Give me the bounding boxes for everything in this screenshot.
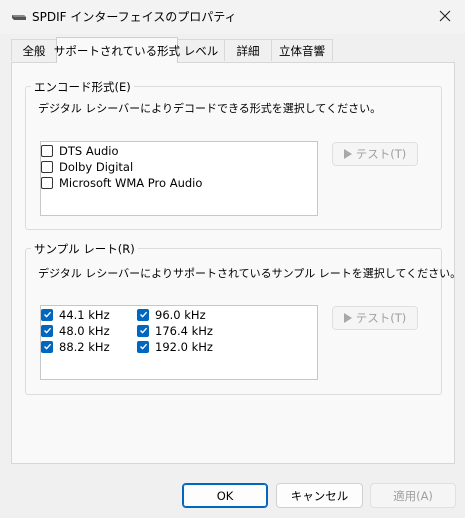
sample-rate-group: サンプル レート(R) デジタル レシーバーによりサポートされているサンプル レ… bbox=[25, 241, 461, 395]
tab-label: 全般 bbox=[22, 43, 46, 58]
rate-item[interactable]: 88.2 kHz bbox=[41, 338, 110, 355]
cancel-button[interactable]: キャンセル bbox=[276, 483, 363, 508]
tab-label: 立体音響 bbox=[279, 43, 325, 58]
play-icon bbox=[343, 149, 352, 159]
format-item-wma-pro[interactable]: Microsoft WMA Pro Audio bbox=[41, 174, 202, 191]
rate-label: 96.0 kHz bbox=[155, 307, 206, 322]
check-icon bbox=[43, 343, 51, 350]
check-icon bbox=[43, 311, 51, 318]
close-icon bbox=[439, 10, 451, 22]
sample-rate-description: デジタル レシーバーによりサポートされているサンプル レートを選択してください。 bbox=[38, 267, 462, 280]
checkbox-checked[interactable] bbox=[137, 308, 149, 321]
rate-label: 88.2 kHz bbox=[59, 339, 110, 354]
rate-label: 192.0 kHz bbox=[155, 339, 213, 354]
tab-advanced[interactable]: 詳細 bbox=[224, 39, 272, 61]
window-title: SPDIF インターフェイスのプロパティ bbox=[32, 10, 237, 24]
sample-rate-legend: サンプル レート(R) bbox=[31, 241, 138, 257]
test-button-label: テスト(T) bbox=[355, 311, 407, 325]
encoding-group: エンコード形式(E) デジタル レシーバーによりデコードできる形式を選択してくだ… bbox=[25, 79, 442, 230]
apply-button[interactable]: 適用(A) bbox=[370, 483, 456, 508]
close-button[interactable] bbox=[431, 3, 459, 29]
tab-panel: エンコード形式(E) デジタル レシーバーによりデコードできる形式を選択してくだ… bbox=[11, 62, 461, 464]
checkbox[interactable] bbox=[41, 160, 53, 173]
encoding-legend: エンコード形式(E) bbox=[31, 79, 134, 95]
tab-label: 詳細 bbox=[236, 43, 260, 58]
apply-label: 適用(A) bbox=[393, 488, 433, 503]
tab-spatial-sound[interactable]: 立体音響 bbox=[271, 39, 333, 61]
checkbox-checked[interactable] bbox=[41, 340, 53, 353]
sample-rate-test-button[interactable]: テスト(T) bbox=[332, 306, 418, 330]
rate-label: 48.0 kHz bbox=[59, 323, 110, 338]
ok-label: OK bbox=[216, 488, 234, 503]
check-icon bbox=[139, 311, 147, 318]
format-label: DTS Audio bbox=[59, 143, 119, 158]
format-label: Microsoft WMA Pro Audio bbox=[59, 175, 203, 190]
ok-button[interactable]: OK bbox=[182, 483, 268, 508]
tab-label: レベル bbox=[183, 43, 219, 58]
check-icon bbox=[43, 327, 51, 334]
rate-item[interactable]: 96.0 kHz bbox=[137, 306, 206, 323]
encoding-test-button[interactable]: テスト(T) bbox=[332, 142, 418, 166]
tab-general[interactable]: 全般 bbox=[11, 39, 57, 61]
rate-item[interactable]: 44.1 kHz bbox=[41, 306, 110, 323]
checkbox-checked[interactable] bbox=[137, 340, 149, 353]
cancel-label: キャンセル bbox=[290, 488, 349, 503]
check-icon bbox=[139, 327, 147, 334]
sample-rate-list[interactable]: 44.1 kHz 48.0 kHz 88.2 kHz 96.0 kHz 176.… bbox=[40, 305, 318, 380]
format-label: Dolby Digital bbox=[59, 159, 134, 174]
checkbox[interactable] bbox=[41, 176, 53, 189]
checkbox-checked[interactable] bbox=[137, 324, 149, 337]
check-icon bbox=[139, 343, 147, 350]
rate-item[interactable]: 176.4 kHz bbox=[137, 322, 213, 339]
checkbox-checked[interactable] bbox=[41, 308, 53, 321]
rate-item[interactable]: 192.0 kHz bbox=[137, 338, 213, 355]
rate-label: 44.1 kHz bbox=[59, 307, 110, 322]
speaker-device-icon bbox=[12, 15, 26, 20]
checkbox[interactable] bbox=[41, 144, 53, 157]
tab-supported-formats[interactable]: サポートされている形式 bbox=[53, 37, 181, 63]
checkbox-checked[interactable] bbox=[41, 324, 53, 337]
rate-item[interactable]: 48.0 kHz bbox=[41, 322, 110, 339]
tab-levels[interactable]: レベル bbox=[177, 39, 225, 61]
rate-label: 176.4 kHz bbox=[155, 323, 213, 338]
encoding-description: デジタル レシーバーによりデコードできる形式を選択してください。 bbox=[38, 102, 382, 115]
tab-label: サポートされている形式 bbox=[53, 43, 181, 58]
test-button-label: テスト(T) bbox=[355, 147, 407, 161]
encoding-format-list[interactable]: DTS Audio Dolby Digital Microsoft WMA Pr… bbox=[40, 141, 318, 216]
format-item-dts[interactable]: DTS Audio bbox=[41, 142, 119, 159]
play-icon bbox=[343, 313, 352, 323]
format-item-dolby[interactable]: Dolby Digital bbox=[41, 158, 133, 175]
title-bar: SPDIF インターフェイスのプロパティ bbox=[0, 0, 465, 34]
